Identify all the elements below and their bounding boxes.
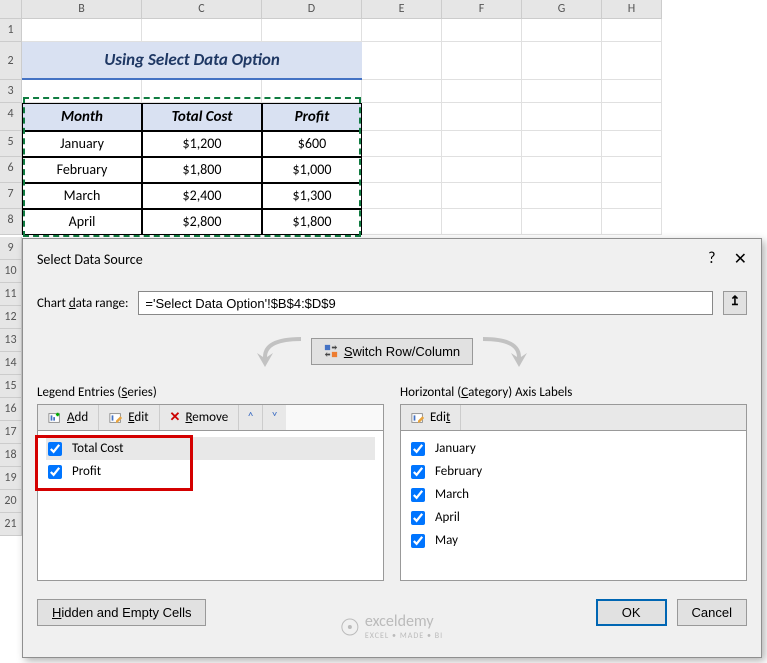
table-cell[interactable]: $1,800 xyxy=(262,209,362,235)
edit-axis-button[interactable]: Edit xyxy=(401,405,461,430)
dialog-title: Select Data Source xyxy=(37,251,143,268)
remove-series-button[interactable]: ✕ Remove xyxy=(160,405,240,430)
table-cell[interactable]: $1,000 xyxy=(262,157,362,183)
table-cell[interactable]: January xyxy=(22,131,142,157)
legend-list[interactable]: Total Cost Profit xyxy=(37,431,384,581)
chart-data-range-input[interactable] xyxy=(138,291,713,315)
legend-entries-title: Legend Entries (Series) xyxy=(37,385,384,400)
chart-data-range-label: Chart data range: xyxy=(37,296,128,311)
col-head[interactable]: G xyxy=(522,0,602,19)
row-head[interactable]: 8 xyxy=(0,209,22,235)
axis-checkbox[interactable] xyxy=(411,511,425,525)
col-head[interactable]: B xyxy=(22,0,142,19)
table-cell[interactable]: March xyxy=(22,183,142,209)
edit-icon xyxy=(109,411,123,425)
table-cell[interactable]: $1,300 xyxy=(262,183,362,209)
axis-item-label: February xyxy=(435,464,482,479)
row-head[interactable]: 4 xyxy=(0,103,22,131)
range-selector-button[interactable]: ↥ xyxy=(723,291,747,315)
axis-item-label: April xyxy=(435,510,460,525)
cancel-button[interactable]: Cancel xyxy=(677,599,747,626)
col-head[interactable]: F xyxy=(442,0,522,19)
col-head[interactable]: H xyxy=(602,0,662,19)
axis-item[interactable]: April xyxy=(409,506,738,529)
add-series-button[interactable]: Add xyxy=(38,405,99,430)
select-data-source-dialog: Select Data Source ? ✕ Chart data range:… xyxy=(22,238,762,658)
table-cell[interactable]: April xyxy=(22,209,142,235)
axis-item[interactable]: February xyxy=(409,460,738,483)
col-head[interactable]: D xyxy=(262,0,362,19)
row-head[interactable]: 7 xyxy=(0,183,22,209)
legend-item-label: Total Cost xyxy=(72,441,123,456)
table-header: Total Cost xyxy=(142,103,262,131)
axis-list[interactable]: January February March April May xyxy=(400,431,747,581)
add-icon xyxy=(48,411,62,425)
row-heads-lower: 9101112131415161718192021 xyxy=(0,237,22,536)
row-head[interactable]: 3 xyxy=(0,80,22,103)
legend-entries-panel: Legend Entries (Series) Add Edit ✕ Remov… xyxy=(37,385,384,581)
table-cell[interactable]: $600 xyxy=(262,131,362,157)
close-icon[interactable]: ✕ xyxy=(734,249,747,269)
arrow-right-icon xyxy=(473,333,533,369)
legend-item-label: Profit xyxy=(72,464,101,479)
switch-icon xyxy=(324,344,338,358)
switch-row-column-button[interactable]: Switch Row/Column xyxy=(311,338,473,365)
table-cell[interactable]: $1,800 xyxy=(142,157,262,183)
edit-series-button[interactable]: Edit xyxy=(99,405,159,430)
col-head[interactable]: C xyxy=(142,0,262,19)
help-icon[interactable]: ? xyxy=(708,249,715,269)
col-head[interactable]: E xyxy=(362,0,442,19)
axis-labels-title: Horizontal (Category) Axis Labels xyxy=(400,385,747,400)
corner-cell xyxy=(0,0,22,19)
watermark-brand: exceldemy xyxy=(365,612,443,631)
table-header: Profit xyxy=(262,103,362,131)
watermark: exceldemy EXCEL • MADE • BI xyxy=(341,612,443,641)
table-cell[interactable]: $2,800 xyxy=(142,209,262,235)
table-cell[interactable]: February xyxy=(22,157,142,183)
axis-item[interactable]: March xyxy=(409,483,738,506)
legend-item[interactable]: Total Cost xyxy=(46,437,375,460)
move-down-button[interactable]: ˅ xyxy=(263,405,286,430)
axis-labels-panel: Horizontal (Category) Axis Labels Edit J… xyxy=(400,385,747,581)
logo-icon xyxy=(341,618,359,636)
axis-checkbox[interactable] xyxy=(411,488,425,502)
row-head[interactable]: 6 xyxy=(0,157,22,183)
axis-item-label: January xyxy=(435,441,476,456)
hidden-empty-cells-button[interactable]: Hidden and Empty Cells xyxy=(37,599,206,626)
row-head[interactable]: 2 xyxy=(0,42,22,80)
remove-icon: ✕ xyxy=(170,410,181,425)
axis-checkbox[interactable] xyxy=(411,465,425,479)
axis-item-label: March xyxy=(435,487,469,502)
legend-checkbox[interactable] xyxy=(48,465,62,479)
axis-checkbox[interactable] xyxy=(411,442,425,456)
axis-checkbox[interactable] xyxy=(411,534,425,548)
spreadsheet-grid: B C D E F G H 1 2 Using Select Data Opti… xyxy=(0,0,767,235)
sheet-title: Using Select Data Option xyxy=(22,42,362,80)
table-header: Month xyxy=(22,103,142,131)
row-head[interactable]: 5 xyxy=(0,131,22,157)
edit-icon xyxy=(411,411,425,425)
move-up-button[interactable]: ˄ xyxy=(239,405,263,430)
legend-checkbox[interactable] xyxy=(48,442,62,456)
axis-item[interactable]: May xyxy=(409,529,738,552)
axis-item-label: May xyxy=(435,533,458,548)
table-cell[interactable]: $1,200 xyxy=(142,131,262,157)
row-head[interactable]: 1 xyxy=(0,19,22,42)
table-cell[interactable]: $2,400 xyxy=(142,183,262,209)
axis-item[interactable]: January xyxy=(409,437,738,460)
arrow-left-icon xyxy=(251,333,311,369)
legend-item[interactable]: Profit xyxy=(46,460,375,483)
ok-button[interactable]: OK xyxy=(596,599,667,626)
watermark-sub: EXCEL • MADE • BI xyxy=(365,631,443,641)
